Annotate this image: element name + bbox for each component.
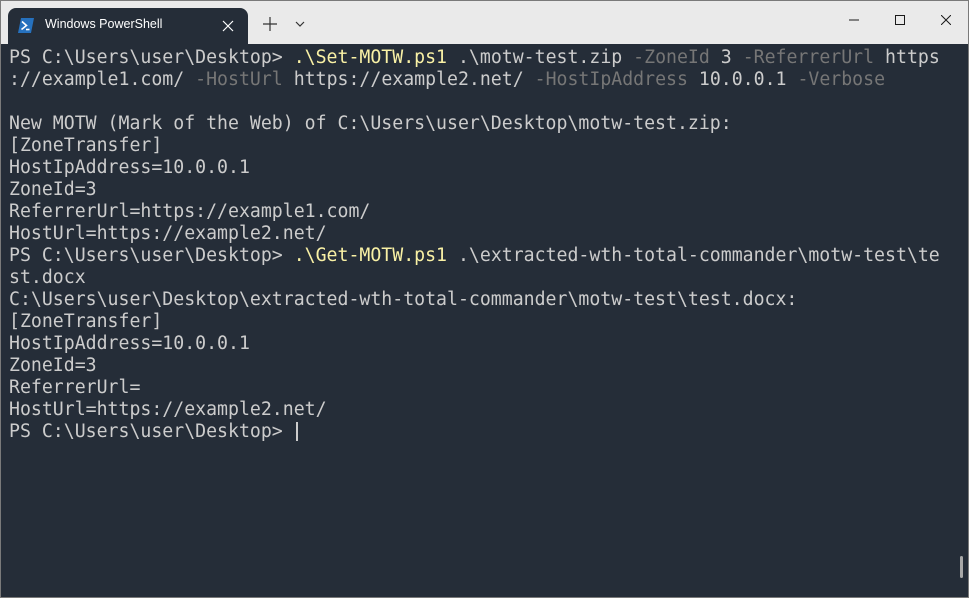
terminal-line: HostUrl=https://example2.net/	[9, 223, 959, 245]
parameter-text: -HostIpAddress	[534, 69, 688, 90]
powershell-icon	[18, 18, 34, 33]
parameter-text: -HostUrl	[195, 69, 283, 90]
output-text: ://example1.com/	[9, 69, 196, 90]
terminal-line: HostIpAddress=10.0.0.1	[9, 157, 959, 179]
close-icon	[941, 15, 951, 25]
terminal-line: PS C:\Users\user\Desktop> .\Get-MOTW.ps1…	[9, 245, 959, 267]
text-cursor	[295, 422, 298, 441]
output-text: HostIpAddress=10.0.0.1	[9, 333, 250, 354]
output-text: [ZoneTransfer]	[9, 135, 163, 156]
minimize-button[interactable]	[831, 0, 877, 40]
command-text: .\Get-MOTW.ps1	[293, 245, 448, 266]
terminal-window: Windows PowerShell PS C:\Users\user\Desk…	[0, 0, 969, 598]
maximize-icon	[895, 15, 905, 25]
terminal-line: ZoneId=3	[9, 355, 959, 377]
output-text: C:\Users\user\Desktop\extracted-wth-tota…	[9, 289, 798, 310]
output-text: .\motw-test.zip	[447, 47, 634, 68]
minimize-icon	[849, 19, 859, 21]
parameter-text: -Verbose	[797, 69, 886, 90]
close-window-button[interactable]	[923, 0, 969, 40]
output-text: https	[874, 47, 940, 68]
output-text: New MOTW (Mark of the Web) of C:\Users\u…	[9, 113, 732, 134]
terminal-output[interactable]: PS C:\Users\user\Desktop> .\Set-MOTW.ps1…	[9, 47, 959, 587]
output-text: st.docx	[9, 267, 86, 288]
tab-close-button[interactable]	[216, 14, 240, 38]
terminal-line: HostUrl=https://example2.net/	[9, 399, 959, 421]
terminal-line: PS C:\Users\user\Desktop>	[9, 421, 959, 443]
terminal-line: PS C:\Users\user\Desktop> .\Set-MOTW.ps1…	[9, 47, 959, 69]
terminal-line: [ZoneTransfer]	[9, 135, 959, 157]
parameter-text: -ReferrerUrl	[742, 47, 875, 68]
maximize-button[interactable]	[877, 0, 923, 40]
tab-dropdown-button[interactable]	[288, 12, 312, 36]
terminal-line: [ZoneTransfer]	[9, 311, 959, 333]
terminal-line: ZoneId=3	[9, 179, 959, 201]
parameter-text: -ZoneId	[633, 47, 710, 68]
output-text: ZoneId=3	[9, 355, 97, 376]
command-text: .\Set-MOTW.ps1	[293, 47, 448, 68]
output-text: [ZoneTransfer]	[9, 311, 163, 332]
output-text: ZoneId=3	[9, 179, 97, 200]
terminal-line: st.docx	[9, 267, 959, 289]
scrollbar-thumb[interactable]	[960, 556, 963, 578]
terminal-line: New MOTW (Mark of the Web) of C:\Users\u…	[9, 113, 959, 135]
new-tab-button[interactable]	[258, 12, 282, 36]
plus-icon	[263, 17, 277, 31]
terminal-line: C:\Users\user\Desktop\extracted-wth-tota…	[9, 289, 959, 311]
terminal-line: ReferrerUrl=https://example1.com/	[9, 201, 959, 223]
output-text: HostUrl=https://example2.net/	[9, 223, 327, 244]
terminal-line: ReferrerUrl=	[9, 377, 959, 399]
chevron-down-icon	[295, 21, 305, 27]
output-text: PS C:\Users\user\Desktop>	[9, 245, 294, 266]
tab-powershell[interactable]: Windows PowerShell	[8, 8, 248, 44]
output-text: ReferrerUrl=	[9, 377, 141, 398]
output-text: PS C:\Users\user\Desktop>	[9, 47, 294, 68]
title-bar[interactable]: Windows PowerShell	[0, 0, 969, 44]
terminal-line: ://example1.com/ -HostUrl https://exampl…	[9, 69, 959, 91]
output-text: 10.0.0.1	[687, 69, 798, 90]
tab-title: Windows PowerShell	[45, 17, 163, 31]
output-text: https://example2.net/	[282, 69, 535, 90]
output-text: .\extracted-wth-total-commander\motw-tes…	[447, 245, 940, 266]
terminal-line: HostIpAddress=10.0.0.1	[9, 333, 959, 355]
output-text: 3	[709, 47, 743, 68]
output-text: PS C:\Users\user\Desktop>	[9, 421, 294, 442]
close-icon	[222, 20, 234, 32]
output-text: ReferrerUrl=https://example1.com/	[9, 201, 371, 222]
output-text: HostIpAddress=10.0.0.1	[9, 157, 250, 178]
output-text: HostUrl=https://example2.net/	[9, 399, 327, 420]
